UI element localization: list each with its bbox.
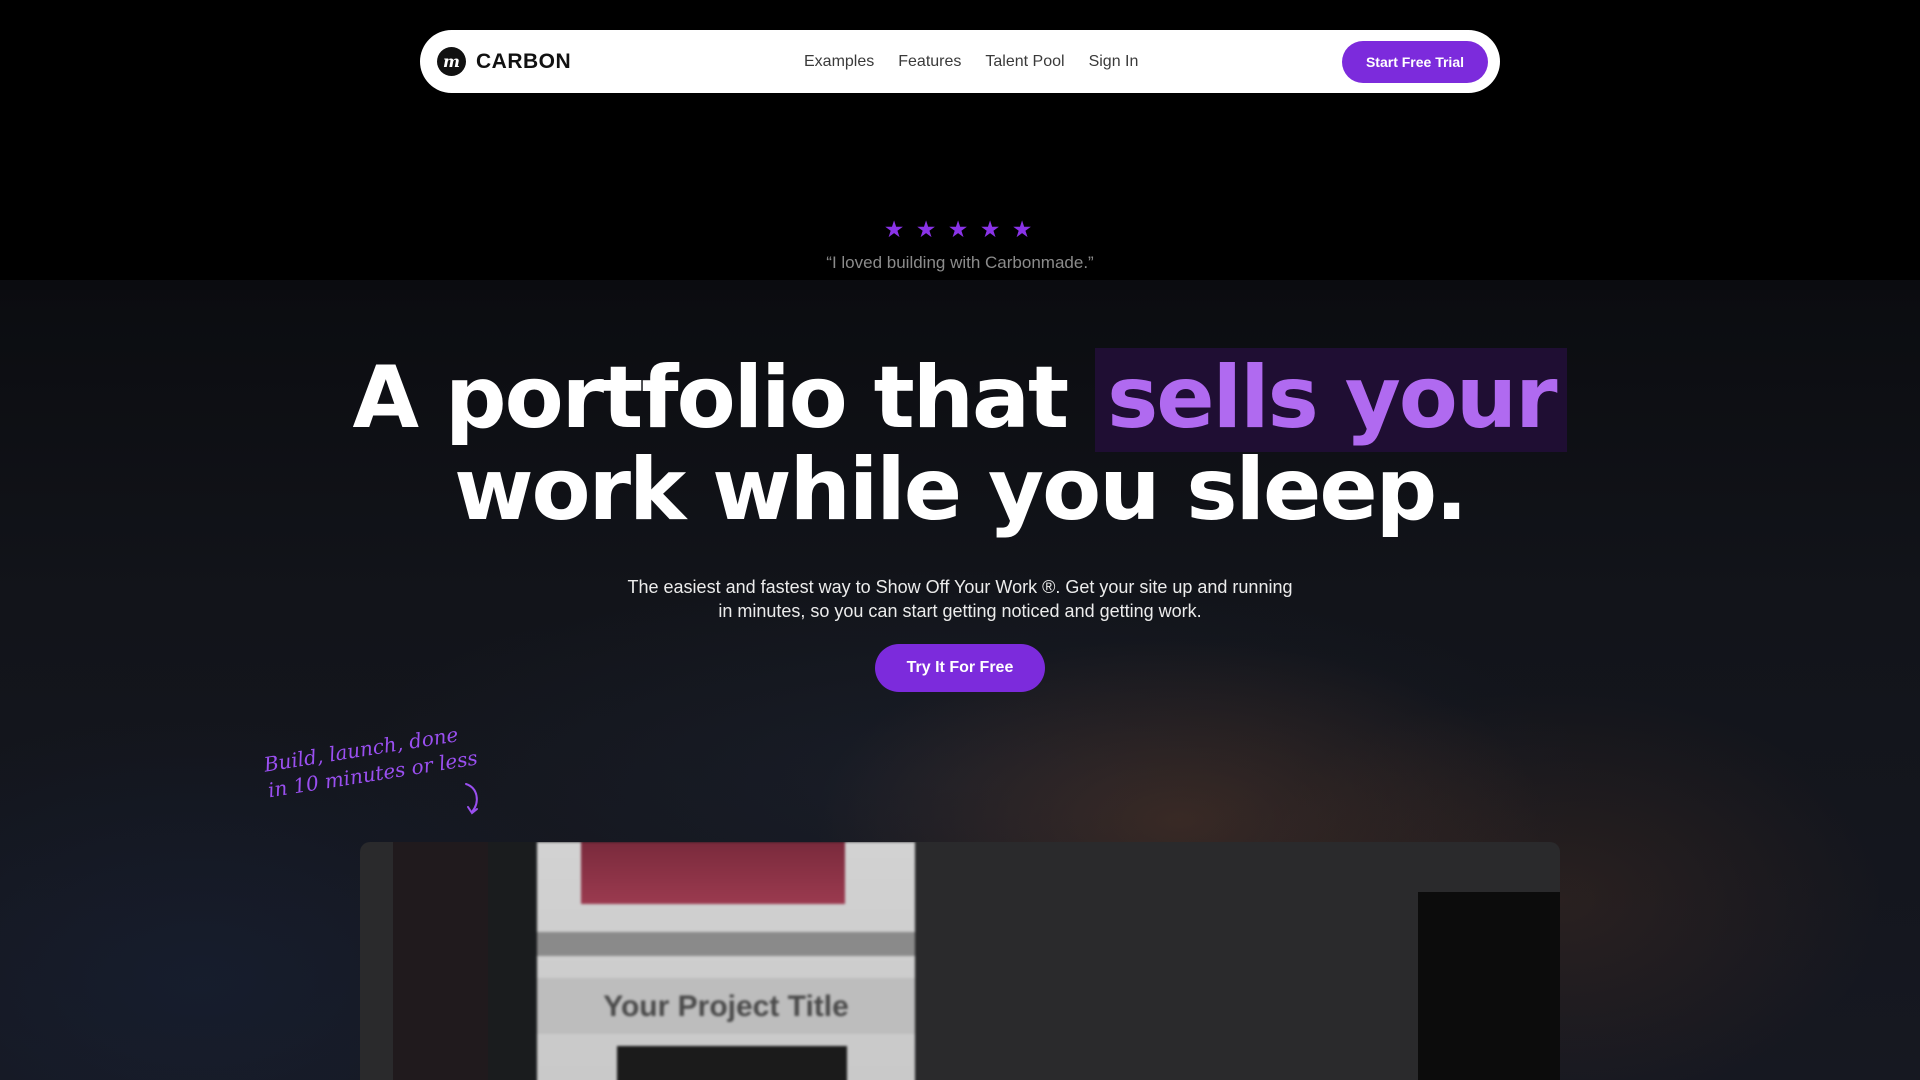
- curved-arrow-icon: [465, 783, 478, 815]
- star-icon: ★: [915, 216, 937, 242]
- star-icon: ★: [883, 216, 905, 242]
- testimonial-quote: “I loved building with Carbonmade.”: [826, 253, 1094, 272]
- brand-wordmark: CARBON: [476, 49, 572, 73]
- subtext-line1: The easiest and fastest way to Show Off …: [627, 577, 1293, 597]
- preview-cover-image: [581, 842, 845, 904]
- navbar: m CARBON Examples Features Talent Pool S…: [420, 30, 1500, 93]
- brand-logo[interactable]: m CARBON: [437, 47, 571, 76]
- headline-part1: A portfolio that: [352, 348, 1070, 448]
- hero-headline: A portfolio that sells your work while y…: [0, 348, 1920, 536]
- portfolio-preview: Your Project Title: [360, 842, 1560, 1080]
- subtext-line2: in minutes, so you can start getting not…: [718, 601, 1202, 621]
- nav-link-talent-pool[interactable]: Talent Pool: [985, 53, 1064, 71]
- preview-footer-image: [617, 1046, 847, 1080]
- headline-part2: work while you sleep.: [454, 440, 1468, 540]
- carbon-logo-icon: m: [437, 47, 466, 76]
- preview-dark-image: [1418, 892, 1560, 1080]
- preview-project-card: Your Project Title: [537, 842, 915, 1080]
- try-it-for-free-button[interactable]: Try It For Free: [875, 644, 1045, 692]
- nav-link-features[interactable]: Features: [898, 53, 961, 71]
- star-icon: ★: [947, 216, 969, 242]
- rating-stars: ★ ★ ★ ★ ★: [883, 216, 1033, 242]
- star-icon: ★: [1011, 216, 1033, 242]
- star-icon: ★: [979, 216, 1001, 242]
- headline-highlight: sells your: [1095, 348, 1568, 452]
- nav-links: Examples Features Talent Pool Sign In: [804, 53, 1138, 71]
- hero-subtext: The easiest and fastest way to Show Off …: [0, 575, 1920, 623]
- nav-link-sign-in[interactable]: Sign In: [1089, 53, 1139, 71]
- preview-side-panel: [393, 842, 493, 1080]
- preview-bar: [537, 932, 915, 956]
- nav-link-examples[interactable]: Examples: [804, 53, 874, 71]
- start-free-trial-button[interactable]: Start Free Trial: [1341, 40, 1488, 83]
- preview-project-title: Your Project Title: [603, 990, 849, 1023]
